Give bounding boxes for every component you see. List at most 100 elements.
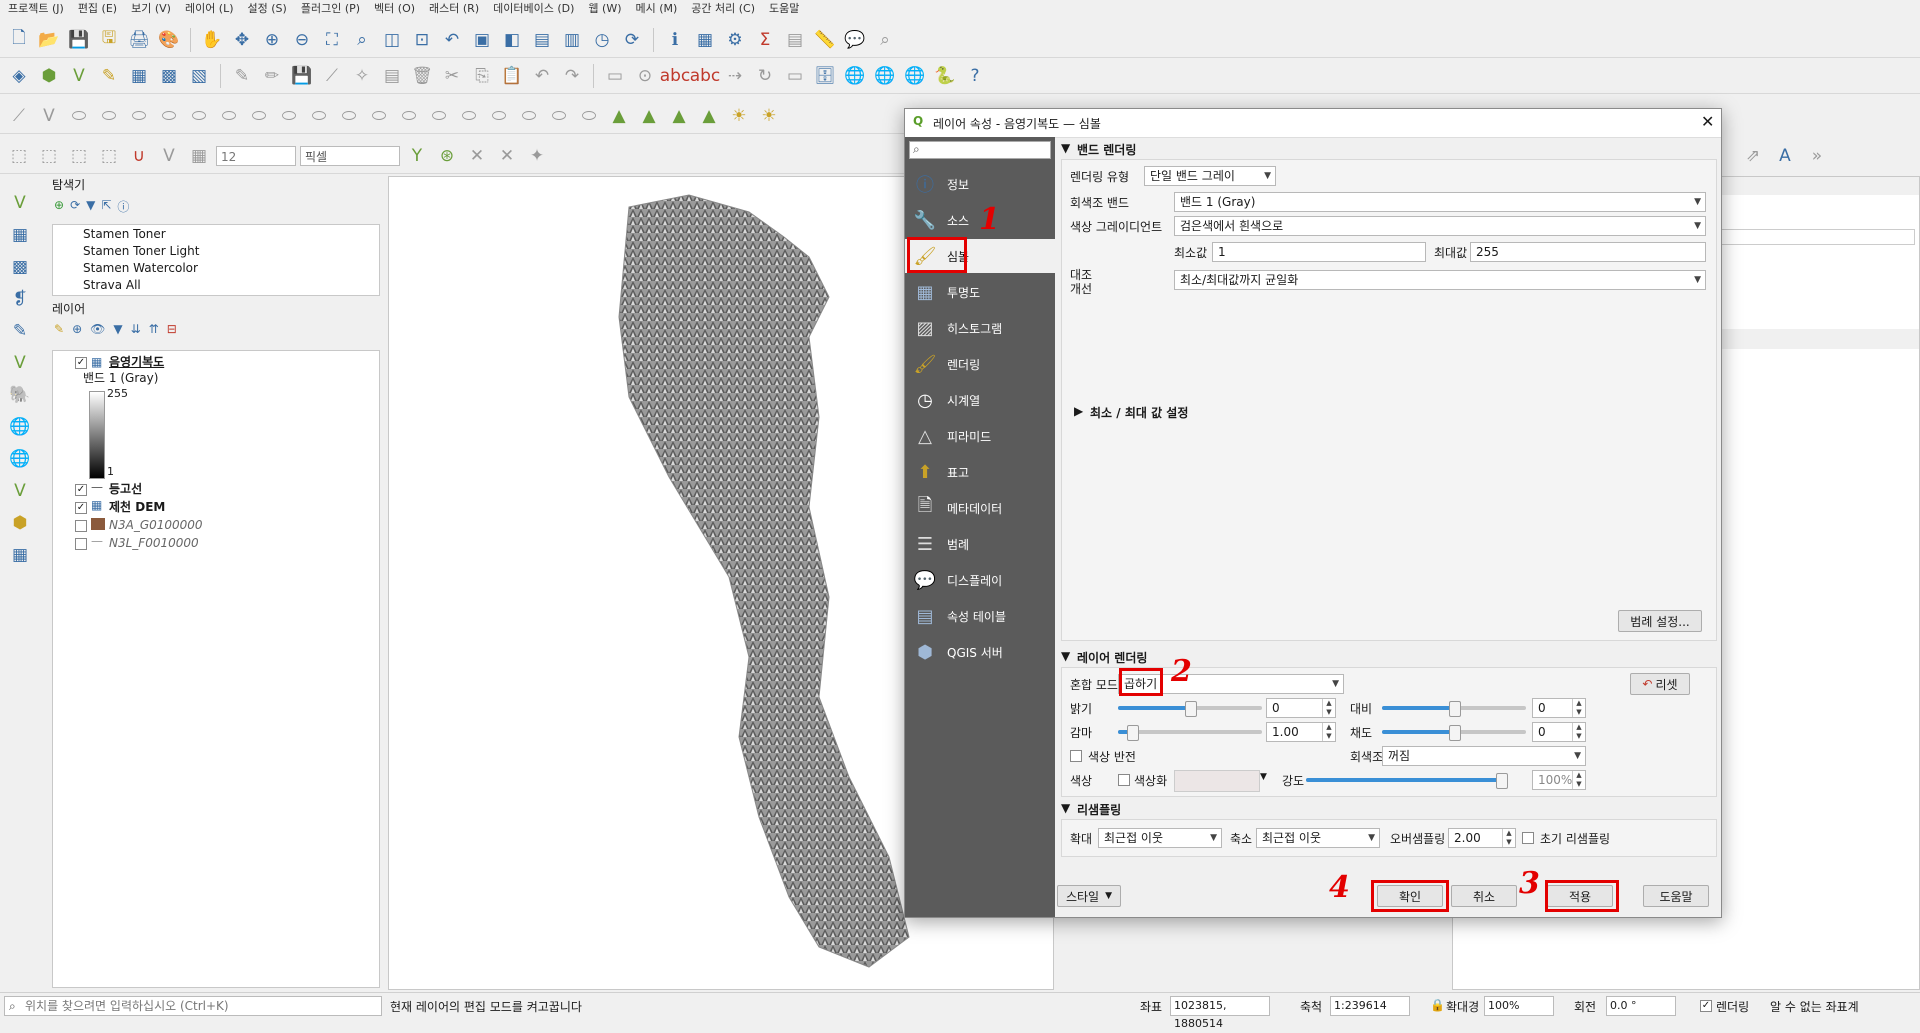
browser-item[interactable]: Stamen Watercolor — [83, 259, 198, 277]
menu-item[interactable]: 편집 (E) — [78, 0, 117, 18]
modify-attributes-icon[interactable]: ▤ — [379, 63, 405, 89]
new-map-view-icon[interactable]: ▣ — [469, 27, 495, 53]
new-3d-view-icon[interactable]: ◧ — [499, 27, 525, 53]
select-location-icon[interactable]: ⬚ — [96, 143, 122, 169]
snap-settings-icon[interactable]: V — [156, 143, 182, 169]
menu-item[interactable]: 웹 (W) — [588, 0, 621, 18]
menu-item[interactable]: 메시 (M) — [635, 0, 677, 18]
add-mesh-layer-icon[interactable]: ▩ — [7, 254, 33, 280]
tool-e-icon[interactable]: ⬭ — [126, 103, 152, 129]
style-button[interactable]: 스타일 ▼ — [1057, 885, 1121, 907]
visibility-icon[interactable]: 👁 — [90, 322, 105, 342]
add-vector-icon[interactable]: ▧ — [186, 63, 212, 89]
scale-combo[interactable]: 1:239614 — [1330, 996, 1410, 1016]
rotation-field[interactable]: 0.0 ° — [1606, 996, 1676, 1016]
locate-icon[interactable]: ⌕ — [872, 27, 898, 53]
remove-layer-icon[interactable]: ⊟ — [167, 322, 177, 342]
snapping-icon[interactable]: ∪ — [126, 143, 152, 169]
vertex-tool-icon[interactable]: ✧ — [349, 63, 375, 89]
style-icon[interactable]: ✎ — [54, 322, 64, 342]
tool-g-icon[interactable]: ⬭ — [186, 103, 212, 129]
web-service-icon[interactable]: 🌐 — [842, 63, 868, 89]
lock-icon[interactable]: 🔒 — [1430, 998, 1445, 1012]
max-input[interactable]: 255 — [1470, 242, 1706, 262]
table-icon[interactable]: ▤ — [782, 27, 808, 53]
tool-i-icon[interactable]: ⬭ — [246, 103, 272, 129]
change-label-icon[interactable]: ▭ — [782, 63, 808, 89]
zoom-full-icon[interactable]: ⛶ — [319, 27, 345, 53]
paste-features-icon[interactable]: 📋 — [499, 63, 525, 89]
data-source-manager-icon[interactable]: ◈ — [6, 63, 32, 89]
label-tool-icon[interactable]: ▭ — [602, 63, 628, 89]
rotate-label-icon[interactable]: ↻ — [752, 63, 778, 89]
sidebar-item-qgis-server[interactable]: ⬢ QGIS 서버 — [905, 635, 1055, 669]
raster-full-icon[interactable]: ▲ — [696, 103, 722, 129]
contrast-spinbox[interactable]: 0 ▲ ▼ — [1532, 698, 1586, 718]
menu-item[interactable]: 도움말 — [769, 0, 799, 18]
tool-l-icon[interactable]: ⬭ — [336, 103, 362, 129]
minmax-toggle-icon[interactable]: ▶ — [1074, 404, 1083, 418]
menu-item[interactable]: 데이터베이스 (D) — [493, 0, 574, 18]
browser-item[interactable]: Stamen Toner — [83, 225, 166, 243]
zoom-out-combo[interactable]: 최근접 이웃 ▼ — [1256, 828, 1380, 848]
database-icon[interactable]: 🗄 — [812, 63, 838, 89]
vertex-editor-icon[interactable]: Y — [404, 143, 430, 169]
layer-checkbox[interactable] — [75, 538, 87, 550]
pan-icon[interactable]: ✋ — [199, 27, 225, 53]
gamma-spinbox[interactable]: 1.00 ▲ ▼ — [1266, 722, 1336, 742]
raster-local-icon[interactable]: ▲ — [666, 103, 692, 129]
saturation-slider[interactable] — [1382, 725, 1526, 741]
tool-a-icon[interactable]: ⟋ — [6, 103, 32, 129]
tool-m-icon[interactable]: ⬭ — [366, 103, 392, 129]
bookmark-icon[interactable]: ▤ — [529, 27, 555, 53]
slider-knob[interactable] — [1496, 773, 1508, 789]
delete-selected-icon[interactable]: 🗑 — [409, 63, 435, 89]
colorize-color-button[interactable] — [1174, 770, 1260, 792]
minmax-section-label[interactable]: 최소 / 최대 값 설정 — [1090, 404, 1188, 421]
add-delimited-icon[interactable]: ❡ — [7, 286, 33, 312]
copy-features-icon[interactable]: ⎘ — [469, 63, 495, 89]
help-contents-icon[interactable]: ? — [962, 63, 988, 89]
sidebar-item-rendering[interactable]: 🖌 렌더링 — [905, 347, 1055, 381]
sidebar-item-histogram[interactable]: ▨ 히스토그램 — [905, 311, 1055, 345]
add-vector-layer-icon[interactable]: V — [7, 190, 33, 216]
layer-rendering-toggle-icon[interactable]: ▼ — [1061, 649, 1070, 663]
move-label-icon[interactable]: ⇢ — [722, 63, 748, 89]
slider-knob[interactable] — [1449, 725, 1461, 741]
identify-icon[interactable]: ℹ — [662, 27, 688, 53]
web-service-2-icon[interactable]: 🌐 — [872, 63, 898, 89]
sidebar-item-transparency[interactable]: ▦ 투명도 — [905, 275, 1055, 309]
brightness-down-icon[interactable]: ☀ — [756, 103, 782, 129]
zoom-in-combo[interactable]: 최근접 이웃 ▼ — [1098, 828, 1222, 848]
unit-combo[interactable]: 픽셀 — [300, 145, 400, 166]
gradient-combo[interactable]: 검은색에서 흰색으로 ▼ — [1174, 216, 1706, 236]
sidebar-item-metadata[interactable]: 🗎 메타데이터 — [905, 491, 1055, 525]
current-edits-icon[interactable]: ✎ — [229, 63, 255, 89]
save-as-icon[interactable]: 🖫 — [96, 27, 122, 53]
layer-checkbox[interactable]: ✓ — [75, 502, 87, 514]
more-icon[interactable]: » — [1804, 143, 1830, 169]
contrast-slider[interactable] — [1382, 701, 1526, 717]
tool-s-icon[interactable]: ⬭ — [546, 103, 572, 129]
render-type-combo[interactable]: 단일 밴드 그레이 ▼ — [1144, 166, 1276, 186]
tool-c-icon[interactable]: ⬭ — [66, 103, 92, 129]
trace-icon[interactable]: ⊛ — [434, 143, 460, 169]
temporal-icon[interactable]: ◷ — [589, 27, 615, 53]
info-icon[interactable]: ⓘ — [117, 198, 129, 218]
tool-d-icon[interactable]: ⬭ — [96, 103, 122, 129]
tool-t-icon[interactable]: ⬭ — [576, 103, 602, 129]
coord-field[interactable]: 1023815, 1880514 — [1170, 996, 1270, 1030]
colorize-checkbox[interactable] — [1118, 774, 1130, 786]
add-raster-layer-icon[interactable]: ▦ — [7, 222, 33, 248]
raster-stretch-icon[interactable]: ▲ — [636, 103, 662, 129]
brightness-up-icon[interactable]: ☀ — [726, 103, 752, 129]
reset-button[interactable]: ↶ 리셋 — [1630, 673, 1690, 695]
help-button[interactable]: 도움말 — [1643, 885, 1709, 907]
close-icon[interactable]: ✕ — [1701, 112, 1714, 131]
zoom-layer-icon[interactable]: ◫ — [379, 27, 405, 53]
map-tips-icon[interactable]: 💬 — [842, 27, 868, 53]
layer-checkbox[interactable]: ✓ — [75, 484, 87, 496]
web-service-3-icon[interactable]: 🌐 — [902, 63, 928, 89]
sidebar-item-pyramids[interactable]: △ 피라미드 — [905, 419, 1055, 453]
add-virtual-icon[interactable]: V — [7, 350, 33, 376]
